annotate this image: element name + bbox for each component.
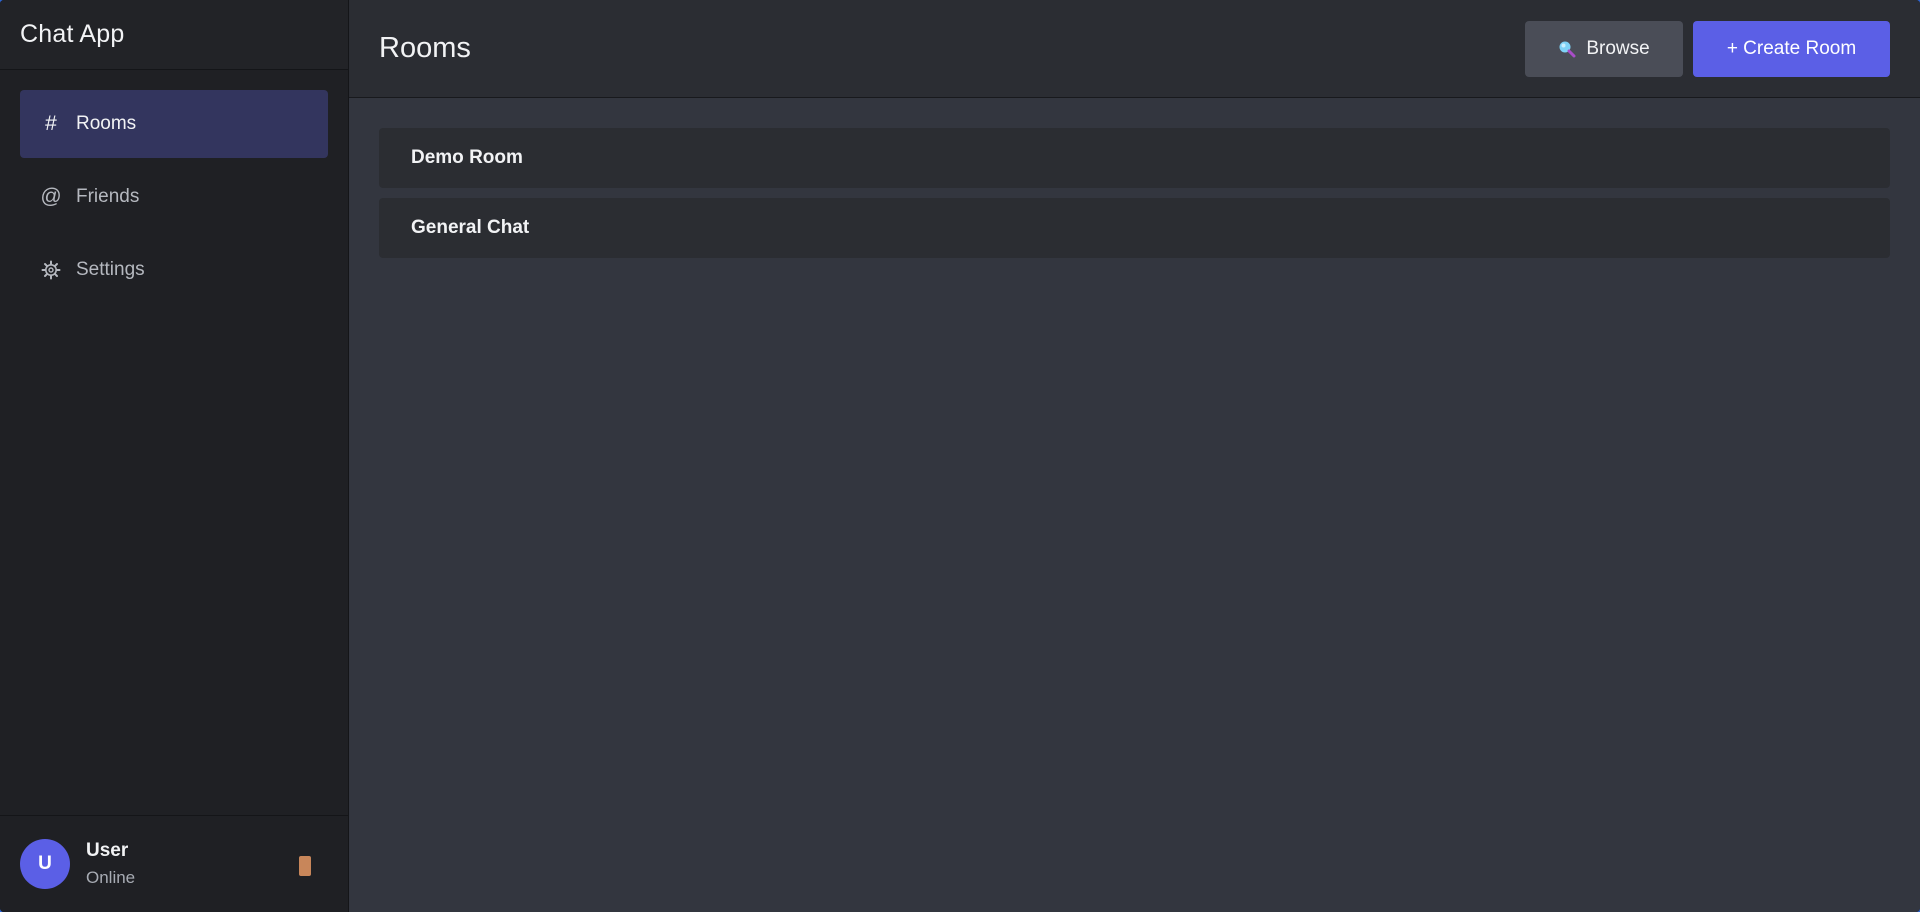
avatar[interactable]: U [20, 839, 70, 889]
logout-icon[interactable] [299, 856, 311, 876]
at-icon: @ [40, 185, 62, 208]
app-title: Chat App [20, 20, 125, 48]
search-icon [1558, 40, 1576, 58]
sidebar-item-settings[interactable]: Settings [20, 236, 328, 304]
list-item[interactable]: Demo Room [379, 128, 1890, 188]
gear-icon [40, 260, 62, 280]
main-header: Rooms Browse + Create Room [349, 0, 1920, 98]
sidebar-header: Chat App [0, 0, 348, 70]
room-name: Demo Room [411, 147, 523, 168]
sidebar-item-friends[interactable]: @ Friends [20, 163, 328, 231]
user-meta: User Online [86, 840, 135, 888]
room-list: Demo Room General Chat [349, 98, 1920, 258]
sidebar-item-label: Settings [76, 259, 145, 280]
browse-label: Browse [1586, 37, 1650, 59]
sidebar-nav: # Rooms @ Friends Settings [0, 70, 348, 304]
browse-button[interactable]: Browse [1525, 20, 1683, 77]
sidebar-item-label: Friends [76, 186, 140, 207]
user-name: User [86, 840, 129, 861]
hash-icon: # [45, 112, 57, 135]
header-actions: Browse + Create Room [1525, 20, 1890, 77]
main-panel: Rooms Browse + Create Room Demo Room Gen… [349, 0, 1920, 912]
page-title: Rooms [379, 32, 471, 64]
app-window: Chat App # Rooms @ Friends Settings U Us… [0, 0, 1920, 912]
create-room-button[interactable]: + Create Room [1693, 20, 1890, 77]
sidebar-item-rooms[interactable]: # Rooms [20, 90, 328, 158]
room-name: General Chat [411, 217, 530, 238]
user-status: Online [86, 868, 136, 887]
list-item[interactable]: General Chat [379, 198, 1890, 258]
user-panel: U User Online [0, 815, 348, 912]
sidebar: Chat App # Rooms @ Friends Settings U Us… [0, 0, 349, 912]
sidebar-item-label: Rooms [76, 113, 137, 134]
